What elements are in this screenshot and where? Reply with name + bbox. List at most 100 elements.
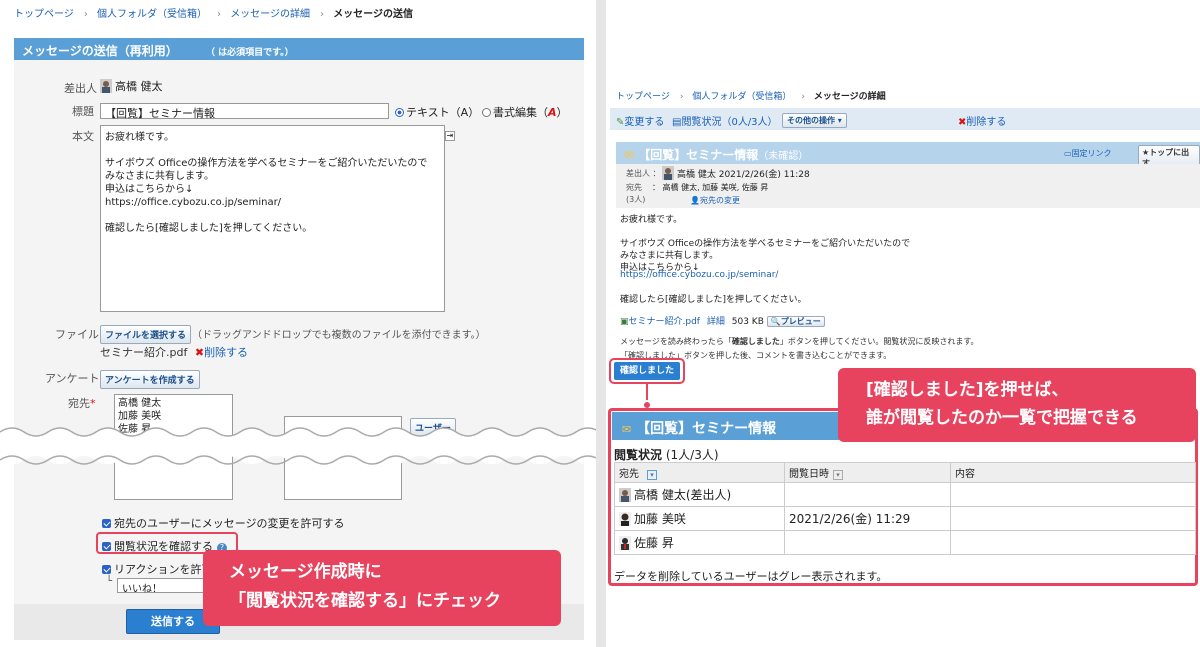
compose-callout: メッセージ作成時に 「閲覧状況を確認する」にチェック bbox=[203, 550, 561, 626]
sender-label: 差出人 ： bbox=[626, 169, 661, 178]
breadcrumb-folder[interactable]: 個人フォルダ（受信箱） bbox=[97, 9, 207, 20]
compose-callout-line2: 「閲覧状況を確認する」にチェック bbox=[229, 591, 501, 611]
allow-change-label: 宛先のユーザーにメッセージの変更を許可する bbox=[114, 517, 345, 530]
read-status-action[interactable]: ▤閲覧状況（0人/3人） bbox=[672, 113, 778, 128]
avatar-icon bbox=[662, 166, 674, 180]
seminar-url[interactable]: https://office.cybozu.co.jp/seminar/ bbox=[620, 270, 778, 280]
cell-time: 2021/2/26(金) 11:29 bbox=[784, 506, 951, 531]
read-status-title: 【回覧】セミナー情報 bbox=[636, 421, 777, 437]
file-label: ファイル bbox=[55, 328, 99, 341]
read-status-action-label: 閲覧状況（0人/3人） bbox=[681, 117, 778, 128]
breadcrumb-folder[interactable]: 個人フォルダ（受信箱） bbox=[692, 92, 791, 102]
breadcrumb-top[interactable]: トップページ bbox=[14, 9, 74, 20]
sender-label: 差出人 bbox=[64, 82, 97, 95]
fixed-link-label: 固定リンク bbox=[1071, 149, 1112, 158]
confirm-button[interactable]: 確認しました bbox=[614, 362, 680, 380]
radio-text-option[interactable]: テキスト（A） bbox=[395, 104, 479, 120]
attachment-link[interactable]: セミナー紹介.pdf bbox=[629, 317, 700, 327]
breadcrumb: トップページ › 個人フォルダ（受信箱） › メッセージの詳細 bbox=[616, 92, 886, 102]
reaction-label: リアクションを許可 bbox=[114, 563, 213, 576]
read-status-label: 閲覧状況を確認する bbox=[114, 540, 213, 553]
allow-change-option[interactable]: 宛先のユーザーにメッセージの変更を許可する bbox=[102, 515, 345, 531]
confirm-note-bold: 確認しました bbox=[731, 337, 780, 346]
detail-callout-line2: 誰が閲覧したのか一覧で把握できる bbox=[866, 408, 1138, 428]
breadcrumb-top[interactable]: トップページ bbox=[616, 92, 670, 102]
checkbox-checked-icon bbox=[102, 565, 111, 574]
survey-create-button[interactable]: アンケートを作成する bbox=[100, 370, 200, 389]
file-select-button[interactable]: ファイルを選択する bbox=[100, 325, 192, 344]
subject-label: 標題 bbox=[72, 105, 94, 118]
list-item[interactable]: 高橋 健太 bbox=[118, 397, 229, 410]
message-body: お疲れ様です。 サイボウズ Officeの操作方法を学べるセミナーをご紹介いただ… bbox=[620, 215, 911, 273]
cell-time bbox=[784, 482, 951, 507]
delete-x-icon: ✖ bbox=[194, 346, 205, 359]
confirm-note-pre: メッセージを読み終わったら「 bbox=[620, 337, 732, 346]
read-status-heading-text: 閲覧状況 bbox=[614, 448, 663, 462]
pdf-icon: ▣ bbox=[620, 317, 629, 327]
avatar-icon bbox=[100, 79, 112, 93]
avatar-icon bbox=[619, 512, 631, 526]
compose-callout-line1: メッセージ作成時に bbox=[229, 562, 382, 582]
file-hint: （ドラッグアンドドロップでも複数のファイルを添付できます。） bbox=[192, 330, 486, 341]
attachment-detail-link[interactable]: 詳細 bbox=[707, 317, 725, 327]
edit-action[interactable]: ✎変更する bbox=[616, 113, 664, 128]
link-icon: ▭ bbox=[1064, 149, 1072, 158]
checkbox-checked-icon bbox=[102, 542, 111, 551]
page-title-bar: メッセージの送信（再利用） （ は必須項目です。） bbox=[14, 38, 584, 60]
user-icon: 👤 bbox=[690, 196, 700, 205]
radio-unselected-icon bbox=[482, 108, 491, 117]
cell-time bbox=[784, 530, 951, 555]
table-row: 佐藤 昇 bbox=[614, 530, 1196, 555]
row-name: 加藤 美咲 bbox=[634, 512, 686, 526]
attachment: ▣セミナー紹介.pdf 詳細 503 KB 🔍プレビュー bbox=[620, 314, 825, 327]
breadcrumb-detail[interactable]: メッセージの詳細 bbox=[230, 9, 310, 20]
breadcrumb-current: メッセージの送信 bbox=[333, 9, 413, 20]
table-row: 加藤 美咲 2021/2/26(金) 11:29 bbox=[614, 506, 1196, 531]
cell-name: 佐藤 昇 bbox=[614, 530, 785, 555]
reaction-option[interactable]: リアクションを許可 bbox=[102, 561, 212, 577]
recipients-label: 宛先* bbox=[68, 397, 96, 410]
change-recipients-label: 宛先の変更 bbox=[699, 196, 740, 205]
col-header-content: 内容 bbox=[950, 462, 1196, 483]
other-actions-dropdown[interactable]: その他の操作 ▾ bbox=[782, 113, 847, 128]
search-icon: 🔍 bbox=[770, 317, 781, 326]
cell-content bbox=[950, 530, 1196, 555]
confirm-note: メッセージを読み終わったら「確認しました」ボタンを押してください。閲覧状況に反映… bbox=[620, 336, 979, 347]
message-title-text: 【回覧】セミナー情報 bbox=[638, 148, 759, 162]
radio-selected-icon bbox=[395, 108, 404, 117]
rich-edit-icon: A bbox=[548, 106, 557, 119]
avatar-icon bbox=[619, 488, 631, 502]
col-to-label: 宛先 bbox=[619, 469, 639, 480]
radio-rich-option[interactable]: 書式編集（A） bbox=[482, 104, 568, 120]
col-header-time[interactable]: 閲覧日時 ▾ bbox=[784, 462, 951, 483]
subject-input[interactable]: 【回覧】セミナー情報 bbox=[100, 103, 389, 120]
expand-icon[interactable]: ⇥ bbox=[445, 131, 455, 141]
table-row: 高橋 健太(差出人) bbox=[614, 482, 1196, 507]
change-recipients-link[interactable]: 👤宛先の変更 bbox=[690, 195, 740, 206]
cell-content bbox=[950, 482, 1196, 507]
sort-icon[interactable]: ▾ bbox=[647, 470, 657, 480]
sort-icon[interactable]: ▾ bbox=[833, 470, 843, 480]
file-delete-link[interactable]: 削除する bbox=[204, 346, 248, 359]
delete-action[interactable]: ✖削除する bbox=[958, 113, 1006, 128]
detail-screen: トップページ › 個人フォルダ（受信箱） › メッセージの詳細 ✎変更する ▤閲覧状… bbox=[606, 0, 1200, 647]
body-closing: 確認したら[確認しました]を押してください。 bbox=[620, 295, 807, 305]
reaction-select[interactable]: いいね！ bbox=[117, 578, 207, 595]
message-icon: ✉ bbox=[622, 423, 632, 436]
sender-value: 高橋 健太 2021/2/26(金) 11:28 bbox=[677, 170, 810, 180]
edit-label: 変更する bbox=[624, 117, 665, 128]
read-status-table: 宛先 ▾ 閲覧日時 ▾ 内容 高橋 健太(差出人) 加藤 美咲 2021/2/26(… bbox=[614, 462, 1196, 555]
chevron-down-icon: ▾ bbox=[835, 116, 842, 125]
row-name: 佐藤 昇 bbox=[634, 536, 674, 550]
survey-label: アンケート bbox=[45, 372, 100, 385]
other-actions-label: その他の操作 bbox=[787, 116, 835, 125]
col-header-to[interactable]: 宛先 ▾ bbox=[614, 462, 785, 483]
radio-rich-label: 書式編集（ bbox=[493, 106, 548, 119]
confirm-note-post: 」ボタンを押してください。閲覧状況に反映されます。 bbox=[779, 337, 979, 346]
attached-file: セミナー紹介.pdf ✖削除する bbox=[100, 344, 248, 360]
sender-name: 高橋 健太 bbox=[115, 80, 163, 93]
detail-callout: [確認しました]を押せば、 誰が閲覧したのか一覧で把握できる bbox=[838, 368, 1196, 442]
fixed-link[interactable]: ▭固定リンク bbox=[1064, 148, 1112, 159]
body-textarea[interactable]: お疲れ様です。 サイボウズ Officeの操作方法を学べるセミナーをご紹介いただ… bbox=[100, 125, 445, 312]
preview-button[interactable]: 🔍プレビュー bbox=[766, 316, 825, 327]
